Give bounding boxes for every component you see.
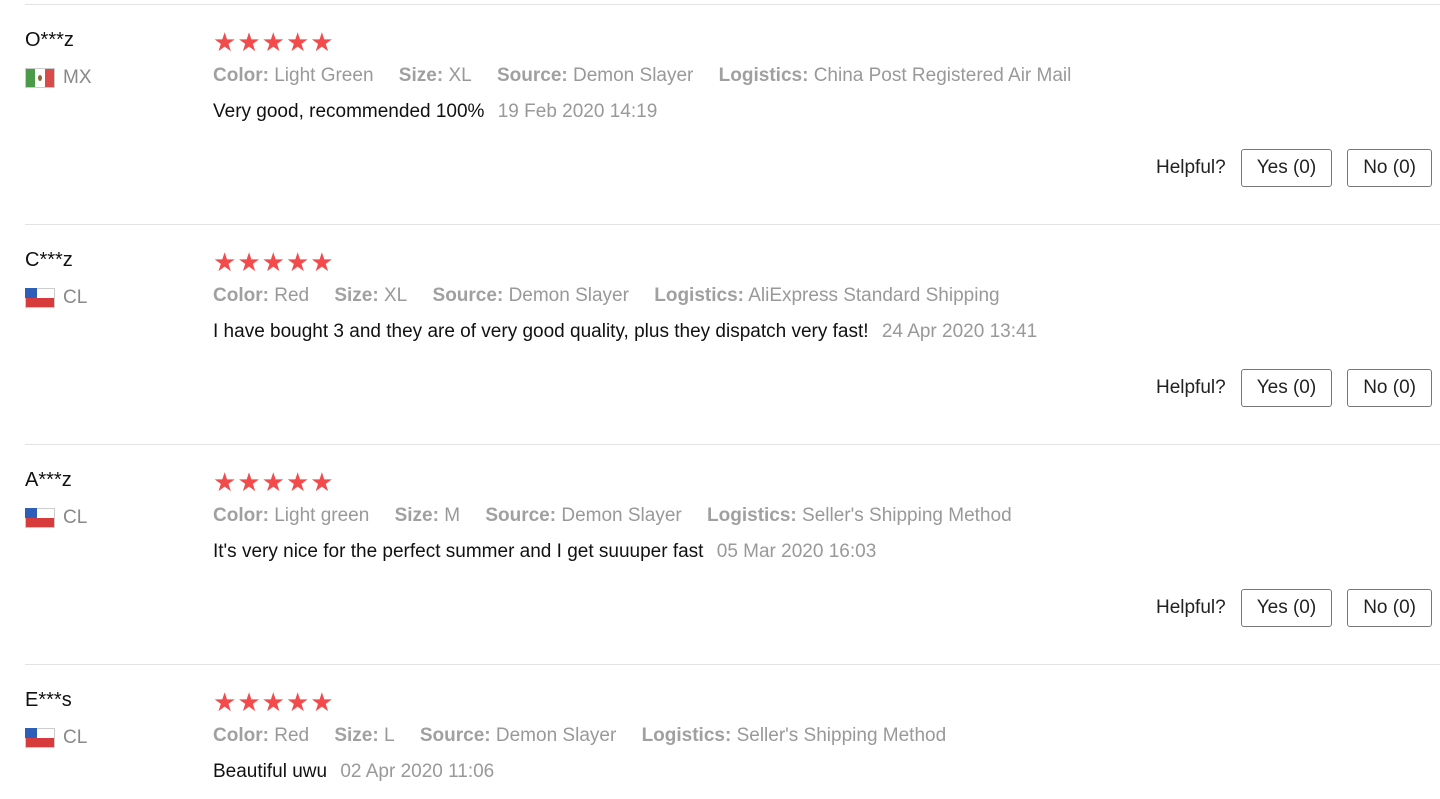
chile-flag-icon: [25, 508, 55, 528]
reviewer-country: CL: [25, 287, 87, 309]
star-rating: ★ ★ ★ ★ ★: [213, 249, 335, 275]
product-attributes: Color: Light green Size: M Source: Demon…: [213, 505, 1032, 527]
helpful-yes-button[interactable]: Yes (0): [1240, 149, 1333, 187]
star-icon: ★: [237, 467, 261, 497]
reviewer-country: CL: [25, 507, 87, 529]
review-item: C***z CL ★ ★ ★ ★ ★ Color: Red Size: XL S…: [25, 224, 1440, 445]
reviewer-name: C***z: [25, 249, 73, 271]
attr-logistics: Logistics: Seller's Shipping Method: [641, 725, 947, 746]
helpful-label: Helpful?: [1155, 157, 1226, 178]
star-rating: ★ ★ ★ ★ ★: [213, 469, 335, 495]
star-icon: ★: [213, 247, 237, 277]
star-icon: ★: [285, 247, 310, 277]
mexico-flag-icon: [25, 68, 55, 88]
star-icon: ★: [261, 467, 285, 497]
reviewer-name: A***z: [25, 469, 72, 491]
star-icon: ★: [237, 247, 261, 277]
review-item: O***z MX ★ ★ ★ ★ ★ Color: Light Green Si…: [25, 4, 1440, 225]
review-date: 24 Apr 2020 13:41: [881, 321, 1038, 342]
helpful-vote: Helpful? Yes (0) No (0): [1156, 369, 1432, 407]
comment-text: It's very nice for the perfect summer an…: [213, 541, 704, 562]
star-icon: ★: [213, 687, 237, 717]
star-icon: ★: [310, 467, 334, 497]
review-date: 02 Apr 2020 11:06: [340, 761, 495, 782]
review-item: A***z CL ★ ★ ★ ★ ★ Color: Light green Si…: [25, 444, 1440, 665]
star-icon: ★: [213, 27, 237, 57]
attr-size: Size: XL: [334, 285, 408, 306]
star-icon: ★: [310, 687, 334, 717]
helpful-no-button[interactable]: No (0): [1347, 369, 1432, 407]
helpful-label: Helpful?: [1155, 377, 1226, 398]
attr-source: Source: Demon Slayer: [432, 285, 629, 306]
helpful-label: Helpful?: [1155, 597, 1226, 618]
attr-size: Size: M: [394, 505, 461, 526]
star-rating: ★ ★ ★ ★ ★: [213, 689, 335, 715]
chile-flag-icon: [25, 728, 55, 748]
helpful-vote: Helpful? Yes (0) No (0): [1156, 149, 1432, 187]
helpful-vote: Helpful? Yes (0) No (0): [1156, 589, 1432, 627]
star-icon: ★: [213, 467, 237, 497]
attr-color: Color: Light green: [213, 505, 370, 526]
star-icon: ★: [285, 27, 310, 57]
reviewer-name: E***s: [25, 689, 72, 711]
attr-source: Source: Demon Slayer: [485, 505, 682, 526]
review-date: 05 Mar 2020 16:03: [716, 541, 877, 562]
review-comment: Very good, recommended 100% 19 Feb 2020 …: [213, 101, 657, 123]
review-comment: I have bought 3 and they are of very goo…: [213, 321, 1037, 343]
star-icon: ★: [310, 27, 334, 57]
attr-logistics: Logistics: AliExpress Standard Shipping: [654, 285, 1000, 306]
attr-color: Color: Light Green: [213, 65, 374, 86]
star-icon: ★: [285, 467, 310, 497]
star-rating: ★ ★ ★ ★ ★: [213, 29, 335, 55]
helpful-no-button[interactable]: No (0): [1347, 149, 1432, 187]
star-icon: ★: [237, 27, 261, 57]
attr-source: Source: Demon Slayer: [419, 725, 617, 746]
star-icon: ★: [285, 687, 310, 717]
chile-flag-icon: [25, 288, 55, 308]
attr-color: Color: Red: [213, 285, 310, 306]
helpful-yes-button[interactable]: Yes (0): [1240, 589, 1333, 627]
attr-logistics: Logistics: Seller's Shipping Method: [707, 505, 1012, 526]
reviewer-name: O***z: [25, 29, 74, 51]
star-icon: ★: [237, 687, 261, 717]
reviewer-country: MX: [25, 67, 92, 89]
star-icon: ★: [261, 247, 285, 277]
review-comment: Beautiful uwu 02 Apr 2020 11:06: [213, 761, 494, 783]
attr-color: Color: Red: [213, 725, 310, 746]
review-date: 19 Feb 2020 14:19: [497, 101, 658, 122]
review-item: E***s CL ★ ★ ★ ★ ★ Color: Red Size: L So…: [25, 664, 1440, 799]
country-code: CL: [63, 727, 88, 748]
product-attributes: Color: Light Green Size: XL Source: Demo…: [213, 65, 1091, 87]
country-code: CL: [63, 507, 88, 528]
star-icon: ★: [261, 27, 285, 57]
comment-text: Very good, recommended 100%: [213, 101, 485, 122]
comment-text: Beautiful uwu: [213, 761, 328, 782]
comment-text: I have bought 3 and they are of very goo…: [213, 321, 869, 342]
attr-size: Size: XL: [398, 65, 472, 86]
star-icon: ★: [261, 687, 285, 717]
attr-size: Size: L: [334, 725, 395, 746]
product-attributes: Color: Red Size: L Source: Demon Slayer …: [213, 725, 966, 747]
product-attributes: Color: Red Size: XL Source: Demon Slayer…: [213, 285, 1020, 307]
attr-logistics: Logistics: China Post Registered Air Mai…: [718, 65, 1072, 86]
helpful-no-button[interactable]: No (0): [1347, 589, 1432, 627]
country-code: MX: [63, 67, 92, 88]
attr-source: Source: Demon Slayer: [496, 65, 694, 86]
star-icon: ★: [310, 247, 334, 277]
country-code: CL: [63, 287, 88, 308]
review-comment: It's very nice for the perfect summer an…: [213, 541, 876, 563]
helpful-yes-button[interactable]: Yes (0): [1240, 369, 1333, 407]
reviewer-country: CL: [25, 727, 87, 749]
